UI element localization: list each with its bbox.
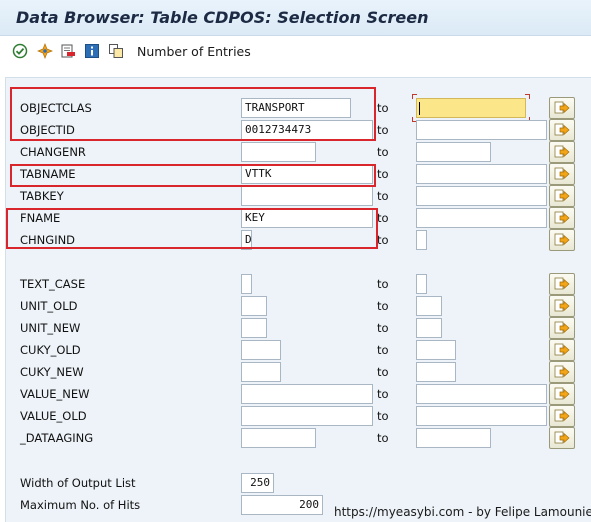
multiple-selection-arrow-icon xyxy=(554,101,570,114)
multiple-selection-arrow-icon xyxy=(554,321,570,334)
unit-old-high-field[interactable] xyxy=(416,296,442,316)
chngind-high-field[interactable] xyxy=(416,230,427,250)
cuky-new-high-field[interactable] xyxy=(416,362,456,382)
width-of-output-list-field[interactable]: 250 xyxy=(241,473,274,493)
multiple-selection-arrow-icon xyxy=(554,409,570,422)
dataaging-low-field[interactable] xyxy=(241,428,316,448)
objectclas-multiple-selection-button[interactable] xyxy=(549,97,575,119)
changenr-to-label: to xyxy=(377,145,389,159)
multiple-selection-arrow-icon xyxy=(554,189,570,202)
unit-old-label: UNIT_OLD xyxy=(20,299,78,313)
changenr-label: CHANGENR xyxy=(20,145,86,159)
cuky-new-to-label: to xyxy=(377,365,389,379)
multiple-selection-arrow-icon xyxy=(554,145,570,158)
value-old-multiple-selection-button[interactable] xyxy=(549,405,575,427)
watermark-text: https://myeasybi.com - by Felipe Lamouni… xyxy=(334,505,591,519)
value-new-to-label: to xyxy=(377,387,389,401)
tabkey-label: TABKEY xyxy=(20,189,64,203)
multiple-selection-arrow-icon xyxy=(554,299,570,312)
cuky-old-low-field[interactable] xyxy=(241,340,281,360)
multiple-selection-arrow-icon xyxy=(554,123,570,136)
multiple-selection-arrow-icon xyxy=(554,387,570,400)
multiple-selection-arrow-icon xyxy=(554,233,570,246)
maximum-no-of-hits-label: Maximum No. of Hits xyxy=(20,498,141,512)
window-title: Data Browser: Table CDPOS: Selection Scr… xyxy=(16,8,429,27)
value-old-low-field[interactable] xyxy=(241,406,373,426)
tabkey-to-label: to xyxy=(377,189,389,203)
delete-entry-icon[interactable] xyxy=(60,43,76,59)
tabname-high-field[interactable] xyxy=(416,164,547,184)
text-case-low-field[interactable] xyxy=(241,274,252,294)
copy-icon[interactable] xyxy=(108,43,124,59)
changenr-high-field[interactable] xyxy=(416,142,491,162)
value-new-multiple-selection-button[interactable] xyxy=(549,383,575,405)
objectid-multiple-selection-button[interactable] xyxy=(549,119,575,141)
cuky-new-low-field[interactable] xyxy=(241,362,281,382)
value-old-to-label: to xyxy=(377,409,389,423)
unit-new-multiple-selection-button[interactable] xyxy=(549,317,575,339)
text-case-high-field[interactable] xyxy=(416,274,427,294)
tabname-multiple-selection-button[interactable] xyxy=(549,163,575,185)
objectclas-to-label: to xyxy=(377,101,389,115)
value-new-high-field[interactable] xyxy=(416,384,547,404)
dataaging-multiple-selection-button[interactable] xyxy=(549,427,575,449)
cuky-new-label: CUKY_NEW xyxy=(20,365,84,379)
value-new-low-field[interactable] xyxy=(241,384,373,404)
fname-to-label: to xyxy=(377,211,389,225)
dataaging-to-label: to xyxy=(377,431,389,445)
unit-new-low-field[interactable] xyxy=(241,318,267,338)
value-old-high-field[interactable] xyxy=(416,406,547,426)
multiple-selection-arrow-icon xyxy=(554,277,570,290)
tabkey-multiple-selection-button[interactable] xyxy=(549,185,575,207)
text-case-to-label: to xyxy=(377,277,389,291)
highlight-box-object xyxy=(10,87,376,141)
title-bar: Data Browser: Table CDPOS: Selection Scr… xyxy=(0,0,591,36)
cuky-old-label: CUKY_OLD xyxy=(20,343,81,357)
fname-high-field[interactable] xyxy=(416,208,547,228)
highlight-box-tabname xyxy=(10,164,376,187)
multiple-selection-arrow-icon xyxy=(554,343,570,356)
multiple-selection-arrow-icon xyxy=(554,167,570,180)
maximum-no-of-hits-field[interactable]: 200 xyxy=(241,495,323,515)
application-toolbar: Number of Entries xyxy=(0,36,591,66)
unit-new-to-label: to xyxy=(377,321,389,335)
unit-old-to-label: to xyxy=(377,299,389,313)
cuky-old-to-label: to xyxy=(377,343,389,357)
unit-old-multiple-selection-button[interactable] xyxy=(549,295,575,317)
multiple-selection-arrow-icon xyxy=(554,431,570,444)
multiple-selection-arrow-icon xyxy=(554,365,570,378)
objectid-to-label: to xyxy=(377,123,389,137)
unit-old-low-field[interactable] xyxy=(241,296,267,316)
objectclas-high-field[interactable] xyxy=(416,98,526,118)
cuky-new-multiple-selection-button[interactable] xyxy=(549,361,575,383)
value-new-label: VALUE_NEW xyxy=(20,387,90,401)
dataaging-label: _DATAAGING xyxy=(20,431,94,445)
value-old-label: VALUE_OLD xyxy=(20,409,87,423)
tabkey-low-field[interactable] xyxy=(241,186,373,206)
number-of-entries-button[interactable]: Number of Entries xyxy=(137,44,251,59)
cuky-old-multiple-selection-button[interactable] xyxy=(549,339,575,361)
multiple-selection-arrow-icon xyxy=(554,211,570,224)
unit-new-label: UNIT_NEW xyxy=(20,321,81,335)
width-of-output-list-label: Width of Output List xyxy=(20,476,136,490)
text-cursor xyxy=(419,102,420,115)
changenr-multiple-selection-button[interactable] xyxy=(549,141,575,163)
execute-icon[interactable] xyxy=(12,43,28,59)
changenr-low-field[interactable] xyxy=(241,142,316,162)
text-case-label: TEXT_CASE xyxy=(20,277,86,291)
cuky-old-high-field[interactable] xyxy=(416,340,456,360)
unit-new-high-field[interactable] xyxy=(416,318,442,338)
objectid-high-field[interactable] xyxy=(416,120,547,140)
info-icon[interactable] xyxy=(84,43,100,59)
tabname-to-label: to xyxy=(377,167,389,181)
text-case-multiple-selection-button[interactable] xyxy=(549,273,575,295)
fname-multiple-selection-button[interactable] xyxy=(549,207,575,229)
dataaging-high-field[interactable] xyxy=(416,428,491,448)
chngind-multiple-selection-button[interactable] xyxy=(549,229,575,251)
tabkey-high-field[interactable] xyxy=(416,186,547,206)
highlight-box-field xyxy=(6,208,378,249)
chngind-to-label: to xyxy=(377,233,389,247)
selection-options-icon[interactable] xyxy=(37,43,53,59)
